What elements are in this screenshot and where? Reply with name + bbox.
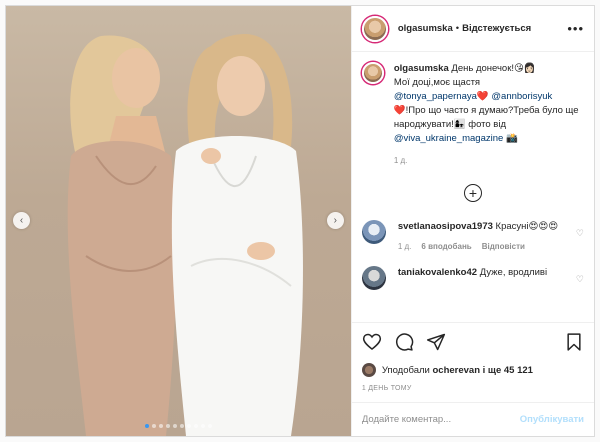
mention-link[interactable]: @tonya_papernaya <box>394 91 477 102</box>
header-separator: • <box>455 23 460 34</box>
heart-icon[interactable]: ♡ <box>576 228 584 239</box>
photo-illustration <box>67 34 303 436</box>
caption-text: olgasumska День донечок!😘👩🏻 Мої доці,моє… <box>394 62 584 168</box>
caption-username[interactable]: olgasumska <box>394 63 449 74</box>
post-side-panel: olgasumska • Відстежується ••• olgasumsk… <box>350 6 594 436</box>
post-caption: olgasumska День донечок!😘👩🏻 Мої доці,моє… <box>361 62 584 168</box>
likes-summary: Уподобали ocherevan і ще 45 121 <box>361 363 584 377</box>
post-username[interactable]: olgasumska <box>398 23 453 34</box>
caption-age[interactable]: 1 д. <box>394 154 584 168</box>
follow-status-button[interactable]: Відстежується <box>462 23 531 34</box>
chevron-right-icon: › <box>333 215 337 226</box>
comment-text: Дуже, вродливі <box>479 267 548 278</box>
caption-line-2: Мої доці,моє щастя <box>393 77 481 88</box>
heart-icon[interactable] <box>362 332 382 352</box>
heart-icon[interactable]: ♡ <box>576 274 584 285</box>
post-timestamp[interactable]: 1 ДЕНЬ ТОМУ <box>362 385 584 392</box>
carousel-dot <box>144 424 149 428</box>
carousel-dot <box>172 424 177 428</box>
mention-link[interactable]: @annborisyuk <box>491 91 552 102</box>
caption-line-1: День донечок!😘👩🏻 <box>451 63 536 74</box>
send-icon[interactable] <box>426 332 446 352</box>
comment-input[interactable] <box>361 414 520 425</box>
carousel-dot <box>158 424 163 428</box>
comments-section: olgasumska День донечок!😘👩🏻 Мої доці,моє… <box>352 52 594 322</box>
comment-age[interactable]: 1 д. <box>398 240 412 254</box>
more-horizontal-icon[interactable]: ••• <box>567 21 584 36</box>
carousel-dot <box>179 424 184 428</box>
instagram-post: ‹ › olgasumska • Відстежується ••• olgas… <box>5 5 595 437</box>
mention-link[interactable]: @viva_ukraine_magazine <box>394 133 503 144</box>
carousel-dot <box>193 424 198 428</box>
list-item: svetlanaosipova1973 Красуні😍😍😍 1 д. 6 вп… <box>361 220 584 254</box>
carousel-dot <box>207 424 212 428</box>
avatar[interactable] <box>361 363 376 377</box>
carousel-dot <box>186 424 191 428</box>
comment-text: Красуні😍😍😍 <box>495 221 559 232</box>
likes-prefix: Уподобали <box>381 364 430 376</box>
next-photo-button[interactable]: › <box>326 212 344 229</box>
likes-count[interactable]: і ще 45 121 <box>483 365 533 376</box>
previous-photo-button[interactable]: ‹ <box>13 212 30 229</box>
plus-circle-icon[interactable]: + <box>463 184 482 202</box>
comment-username[interactable]: taniakovalenko42 <box>398 267 477 278</box>
chevron-left-icon: ‹ <box>19 215 24 226</box>
list-item: taniakovalenko42 Дуже, вродливі ♡ <box>361 266 584 290</box>
bookmark-icon[interactable] <box>564 332 584 352</box>
carousel-dot <box>151 424 156 428</box>
reply-button[interactable]: Відповісти <box>482 240 525 254</box>
comment-username[interactable]: svetlanaosipova1973 <box>398 221 493 232</box>
publish-button[interactable]: Опублікувати <box>520 414 584 425</box>
add-comment-bar: Опублікувати <box>351 402 594 436</box>
avatar[interactable] <box>361 220 386 244</box>
comment-likes[interactable]: 6 вподобань <box>421 240 471 254</box>
caption-heart: ❤️ <box>476 91 489 102</box>
likes-user[interactable]: ocherevan <box>432 365 480 376</box>
caption-camera: 📸 <box>505 133 518 144</box>
carousel-indicator <box>6 424 351 428</box>
avatar[interactable] <box>361 266 386 290</box>
avatar[interactable] <box>361 15 388 42</box>
carousel-dot <box>165 424 170 428</box>
carousel-dot <box>200 424 205 428</box>
post-actions: Уподобали ocherevan і ще 45 121 1 ДЕНЬ Т… <box>351 322 594 392</box>
post-header: olgasumska • Відстежується ••• <box>351 6 594 52</box>
caption-avatar[interactable] <box>361 62 384 84</box>
comment-icon[interactable] <box>394 332 414 352</box>
post-photo[interactable]: ‹ › <box>6 6 351 436</box>
caption-line-3: ❤️!Про що часто я думаю?Треба було ще на… <box>393 105 579 130</box>
